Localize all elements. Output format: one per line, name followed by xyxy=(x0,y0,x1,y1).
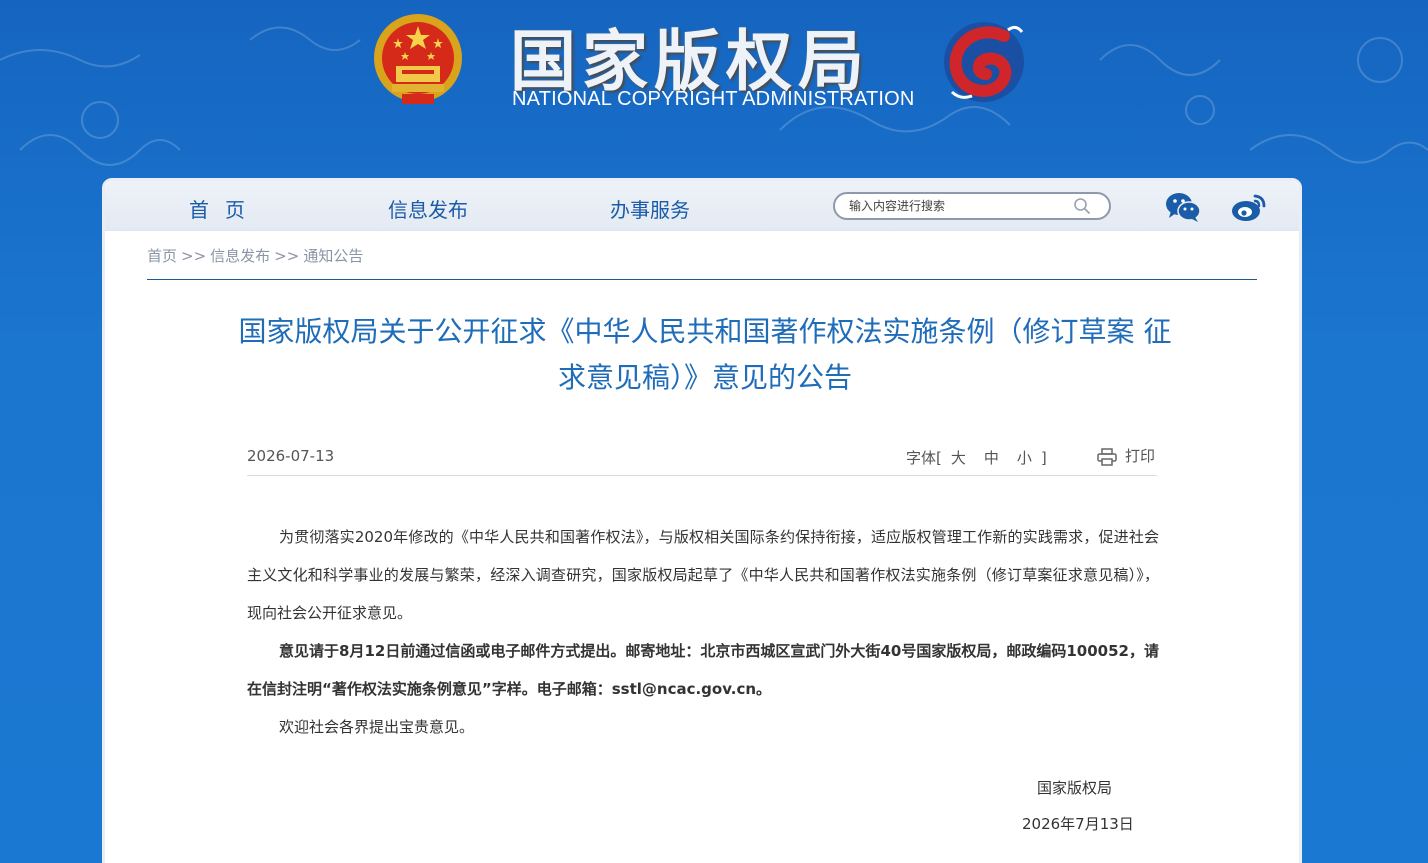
article-title: 国家版权局关于公开征求《中华人民共和国著作权法实施条例（修订草案 征求意见稿）》… xyxy=(238,315,1172,394)
breadcrumb: 首页 >> 信息发布 >> 通知公告 xyxy=(147,245,363,266)
nav-item-services[interactable]: 办事服务 xyxy=(610,194,690,223)
article-paragraph: 为贯彻落实2020年修改的《中华人民共和国著作权法》，与版权相关国际条约保持衔接… xyxy=(247,528,1159,622)
font-size-control: 字体[ 大中小] xyxy=(906,447,1047,468)
font-bracket-open: [ xyxy=(936,449,942,467)
search-box xyxy=(833,192,1111,220)
font-size-medium[interactable]: 中 xyxy=(984,449,999,467)
article-signature-date: 2026年7月13日 xyxy=(1022,815,1134,833)
search-input[interactable] xyxy=(849,197,1069,215)
breadcrumb-separator: >> xyxy=(274,247,300,265)
font-bracket-close: ] xyxy=(1040,449,1047,467)
site-subtitle: NATIONAL COPYRIGHT ADMINISTRATION xyxy=(512,88,915,110)
breadcrumb-separator: >> xyxy=(181,247,207,265)
wechat-icon[interactable] xyxy=(1165,191,1201,223)
print-icon xyxy=(1097,447,1117,466)
top-navigation: 首页 信息发布 办事服务 xyxy=(105,181,1299,231)
font-size-label: 字体 xyxy=(906,449,937,467)
nav-item-home[interactable]: 首页 xyxy=(189,194,261,223)
article-paragraph: 欢迎社会各界提出宝贵意见。 xyxy=(279,718,475,736)
article-body: 为贯彻落实2020年修改的《中华人民共和国著作权法》，与版权相关国际条约保持衔接… xyxy=(247,518,1159,746)
meta-divider xyxy=(247,475,1157,476)
copyright-logo-icon xyxy=(944,22,1024,102)
print-button[interactable]: 打印 xyxy=(1097,445,1155,466)
weibo-icon[interactable] xyxy=(1231,190,1267,224)
article-signature: 国家版权局 xyxy=(1037,779,1113,797)
main-panel: 首页 信息发布 办事服务 首页>>信息 xyxy=(102,178,1302,863)
national-emblem-icon xyxy=(374,14,462,104)
site-header: 国家版权局 NATIONAL COPYRIGHT ADMINISTRATION xyxy=(0,0,1428,178)
breadcrumb-home[interactable]: 首页 xyxy=(147,247,177,265)
breadcrumb-info-release[interactable]: 信息发布 xyxy=(210,247,270,265)
font-size-large[interactable]: 大 xyxy=(951,449,966,467)
article-date: 2026-07-13 xyxy=(247,447,335,465)
font-size-small[interactable]: 小 xyxy=(1017,449,1032,467)
breadcrumb-divider xyxy=(147,279,1257,280)
article-paragraph-contact: 意见请于8月12日前通过信函或电子邮件方式提出。邮寄地址：北京市西城区宣武门外大… xyxy=(247,642,1159,698)
breadcrumb-notices[interactable]: 通知公告 xyxy=(303,247,363,265)
search-icon[interactable] xyxy=(1073,197,1091,215)
print-label: 打印 xyxy=(1125,447,1156,465)
nav-item-info-release[interactable]: 信息发布 xyxy=(388,194,468,223)
